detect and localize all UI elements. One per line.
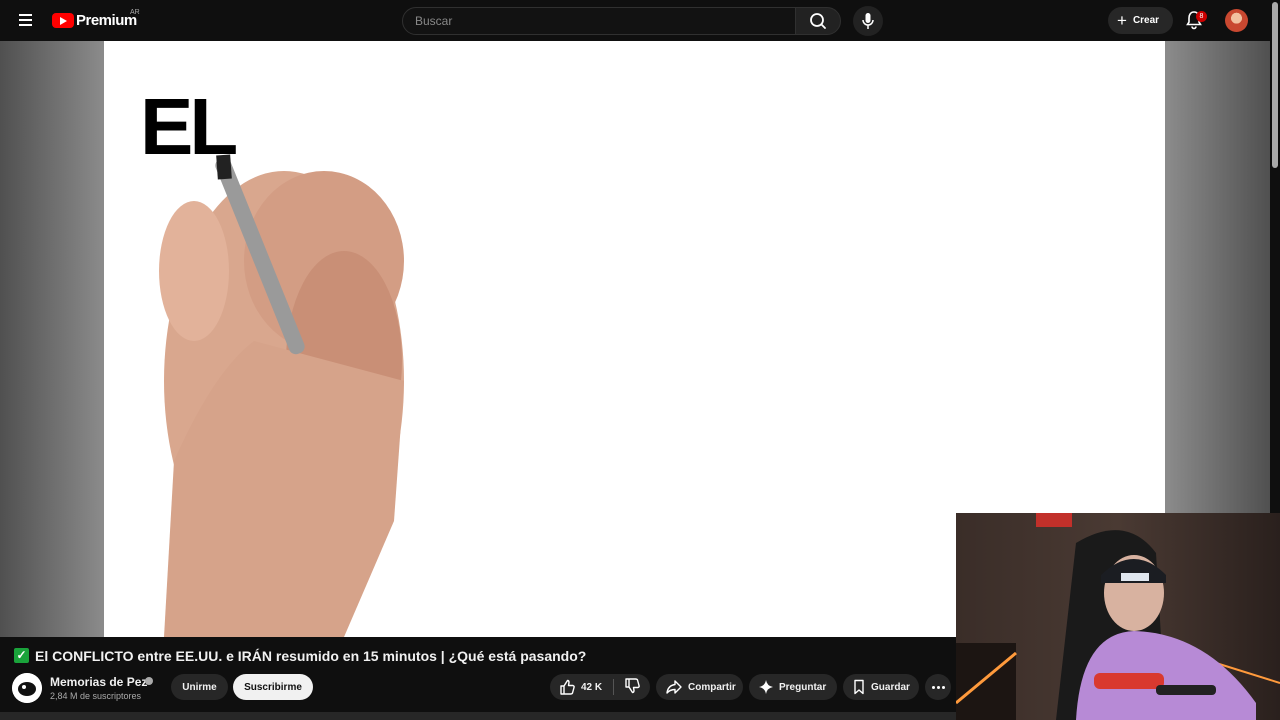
description-box-edge xyxy=(0,712,956,720)
join-button[interactable]: Unirme xyxy=(171,674,228,700)
search-button[interactable] xyxy=(795,7,841,35)
video-info-bar: ✓ El CONFLICTO entre EE.UU. e IRÁN resum… xyxy=(0,637,956,720)
create-label: Crear xyxy=(1132,15,1160,26)
ask-label: Preguntar xyxy=(779,681,827,693)
notification-badge: 8 xyxy=(1196,11,1207,22)
like-button[interactable]: 42 K xyxy=(550,674,613,700)
share-icon xyxy=(666,680,682,694)
youtube-logo-icon xyxy=(52,12,74,28)
more-actions-button[interactable] xyxy=(925,674,951,700)
like-count: 42 K xyxy=(581,681,603,693)
microphone-icon xyxy=(862,13,874,29)
logo-text: Premium xyxy=(76,11,137,29)
thumbs-up-icon xyxy=(560,679,575,695)
more-dot-icon xyxy=(941,685,945,689)
video-title: El CONFLICTO entre EE.UU. e IRÁN resumid… xyxy=(35,648,587,664)
voice-search-button[interactable] xyxy=(853,6,883,36)
search-input[interactable] xyxy=(415,14,795,28)
bookmark-icon xyxy=(854,679,864,695)
subscribe-button[interactable]: Suscribirme xyxy=(233,674,313,700)
dislike-button[interactable] xyxy=(614,674,650,700)
share-label: Compartir xyxy=(688,681,736,693)
plus-icon: + xyxy=(1117,10,1127,30)
check-emoji-icon: ✓ xyxy=(14,648,29,663)
drawing-hand-illustration xyxy=(159,154,404,637)
streamer-webcam-overlay xyxy=(956,513,1280,720)
search-box[interactable] xyxy=(402,7,796,35)
subscriber-count: 2,84 M de suscriptores xyxy=(50,691,142,701)
like-dislike-group: 42 K xyxy=(550,674,650,700)
streamer-webcam-image xyxy=(956,513,1280,720)
save-button[interactable]: Guardar xyxy=(843,674,919,700)
top-bar: Premium AR + Crear 8 xyxy=(0,0,1280,41)
channel-name[interactable]: Memorias de Pez xyxy=(50,675,147,689)
sparkle-icon xyxy=(759,680,773,694)
verified-icon xyxy=(145,677,153,685)
menu-icon[interactable] xyxy=(14,9,38,31)
search-icon xyxy=(810,13,826,29)
youtube-premium-logo[interactable]: Premium xyxy=(52,9,137,31)
ask-button[interactable]: Preguntar xyxy=(749,674,837,700)
save-label: Guardar xyxy=(871,681,910,693)
share-button[interactable]: Compartir xyxy=(656,674,743,700)
more-dot-icon xyxy=(936,685,940,689)
country-code: AR xyxy=(130,9,140,16)
fish-logo-icon xyxy=(12,673,42,703)
scrollbar-thumb[interactable] xyxy=(1272,2,1278,168)
more-dot-icon xyxy=(931,685,935,689)
user-avatar[interactable] xyxy=(1225,9,1248,32)
channel-avatar[interactable] xyxy=(12,673,42,703)
thumbs-down-icon xyxy=(625,678,640,694)
create-button[interactable]: + Crear xyxy=(1108,7,1173,34)
